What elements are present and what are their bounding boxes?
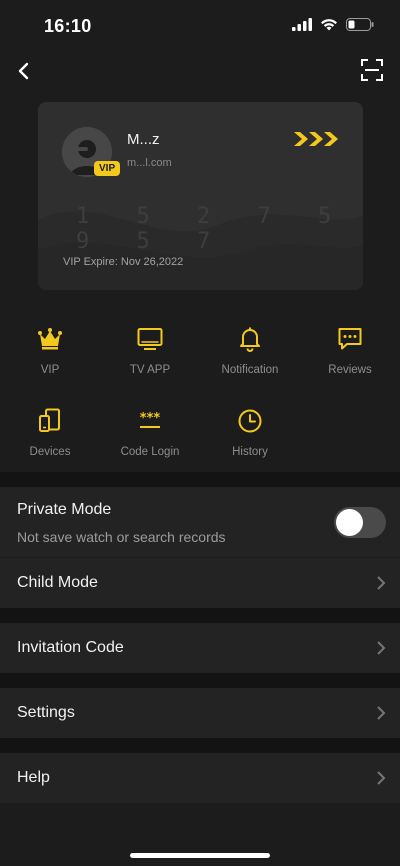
feature-code-login[interactable]: *** Code Login [100,408,200,458]
status-bar: 16:10 [0,0,400,52]
signal-icon [292,18,312,31]
feature-tv-app[interactable]: TV APP [100,326,200,376]
private-mode-toggle[interactable] [334,507,386,538]
feature-label: Code Login [120,446,180,458]
section-gap [0,738,400,753]
feature-row: VIP TV APP Notification Reviews [0,326,400,408]
section-gap [0,608,400,623]
svg-text:***: *** [140,411,161,426]
code-login-icon: *** [140,411,161,428]
feature-devices[interactable]: Devices [0,408,100,458]
invitation-code-row[interactable]: Invitation Code [0,623,400,673]
section-gap [0,673,400,688]
feature-label: Notification [221,364,279,376]
private-mode-row: Private Mode Not save watch or search re… [0,487,400,557]
private-mode-subtitle: Not save watch or search records [17,529,226,545]
chevron-right-icon [377,576,386,590]
chat-icon [338,328,362,350]
vip-badge: VIP [94,161,121,176]
private-mode-title: Private Mode [17,501,112,518]
status-icons [292,18,374,31]
settings-label: Settings [17,704,75,721]
card-number: 1 5 2 7 5 9 5 7 [76,204,349,254]
help-row[interactable]: Help [0,753,400,803]
top-nav [0,56,400,86]
feature-grid: VIP TV APP Notification Reviews Devices … [0,326,400,490]
bell-icon [240,327,260,352]
back-arrow-icon[interactable] [12,58,38,84]
child-mode-label: Child Mode [17,574,98,591]
vip-arrows-icon[interactable] [293,131,339,147]
feature-label: TV APP [129,364,171,376]
chevron-right-icon [377,706,386,720]
feature-label: Reviews [328,364,372,376]
status-time: 16:10 [44,16,92,36]
feature-history[interactable]: History [200,408,300,458]
feature-label: VIP [40,364,60,376]
vip-expire-date: VIP Expire: Nov 26,2022 [63,256,184,268]
home-indicator[interactable] [130,853,270,858]
chevron-right-icon [377,641,386,655]
help-label: Help [17,769,50,786]
chevron-right-icon [377,771,386,785]
feature-label: Devices [29,446,71,458]
settings-row[interactable]: Settings [0,688,400,738]
clock-icon [238,409,262,433]
child-mode-row[interactable]: Child Mode [0,558,400,608]
feature-notification[interactable]: Notification [200,326,300,376]
feature-reviews[interactable]: Reviews [300,326,400,376]
toggle-knob [336,509,363,536]
scan-icon[interactable] [360,58,384,82]
feature-vip[interactable]: VIP [0,326,100,376]
card-email: m...l.com [127,157,172,169]
crown-icon [38,328,62,350]
settings-list: Private Mode Not save watch or search re… [0,472,400,803]
section-gap [0,472,400,487]
devices-icon [39,408,60,432]
invitation-code-label: Invitation Code [17,639,124,656]
feature-label: History [232,446,268,458]
card-username: M...z [127,131,160,148]
tv-icon [137,328,163,350]
wifi-icon [321,19,337,31]
battery-icon [346,18,374,31]
member-card[interactable]: VIP M...z m...l.com 1 5 2 7 5 9 5 7 VIP … [38,102,363,290]
